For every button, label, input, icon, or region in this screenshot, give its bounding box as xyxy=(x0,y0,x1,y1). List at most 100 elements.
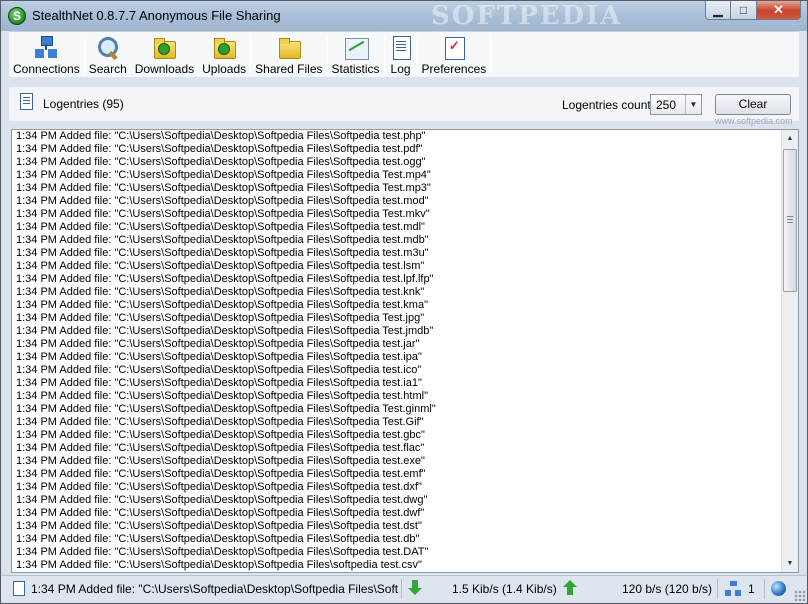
chevron-down-icon[interactable]: ▼ xyxy=(685,95,701,114)
globe-icon xyxy=(771,581,786,596)
statistics-button[interactable]: Statistics xyxy=(328,32,384,76)
log-entry[interactable]: 1:34 PM Added file: "C:\Users\Softpedia\… xyxy=(16,559,776,572)
maximize-icon: □ xyxy=(739,3,748,17)
connection-count: 1 xyxy=(748,582,755,596)
status-separator xyxy=(401,579,402,599)
chart-icon xyxy=(344,36,369,60)
log-entry[interactable]: 1:34 PM Added file: "C:\Users\Softpedia\… xyxy=(16,325,776,338)
uploads-label: Uploads xyxy=(202,62,247,76)
log-entry[interactable]: 1:34 PM Added file: "C:\Users\Softpedia\… xyxy=(16,494,776,507)
log-entry[interactable]: 1:34 PM Added file: "C:\Users\Softpedia\… xyxy=(16,234,776,247)
resize-grip-icon[interactable] xyxy=(794,590,805,601)
preferences-label: Preferences xyxy=(421,62,487,76)
uploads-button[interactable]: Uploads xyxy=(198,32,250,76)
log-entry[interactable]: 1:34 PM Added file: "C:\Users\Softpedia\… xyxy=(16,442,776,455)
connections-button[interactable]: Connections xyxy=(9,32,84,76)
log-header: Logentries (95) Logentries count: 250 ▼ … xyxy=(9,87,799,126)
log-entry[interactable]: 1:34 PM Added file: "C:\Users\Softpedia\… xyxy=(16,286,776,299)
log-entry[interactable]: 1:34 PM Added file: "C:\Users\Softpedia\… xyxy=(16,533,776,546)
log-entry[interactable]: 1:34 PM Added file: "C:\Users\Softpedia\… xyxy=(16,247,776,260)
downloads-button[interactable]: Downloads xyxy=(131,32,198,76)
log-entry[interactable]: 1:34 PM Added file: "C:\Users\Softpedia\… xyxy=(16,455,776,468)
log-entry[interactable]: 1:34 PM Added file: "C:\Users\Softpedia\… xyxy=(16,221,776,234)
main-toolbar: Connections Search Downloads Uploads Sha… xyxy=(9,31,799,77)
network-icon xyxy=(34,36,58,60)
sub-watermark: www.softpedia.com xyxy=(715,116,793,126)
status-last-log: 1:34 PM Added file: "C:\Users\Softpedia\… xyxy=(31,582,398,596)
log-document-icon xyxy=(20,93,33,110)
shared-files-label: Shared Files xyxy=(255,62,323,76)
preferences-button[interactable]: Preferences xyxy=(418,32,491,76)
log-entry[interactable]: 1:34 PM Added file: "C:\Users\Softpedia\… xyxy=(16,377,776,390)
scroll-up-icon[interactable]: ▲ xyxy=(782,130,798,147)
minimize-icon: ▁ xyxy=(713,3,723,17)
search-button[interactable]: Search xyxy=(85,32,131,76)
download-rate: 1.5 Kib/s (1.4 Kib/s) xyxy=(452,582,557,596)
downloads-folder-icon xyxy=(152,36,177,60)
log-entry[interactable]: 1:34 PM Added file: "C:\Users\Softpedia\… xyxy=(16,429,776,442)
log-entry[interactable]: 1:34 PM Added file: "C:\Users\Softpedia\… xyxy=(16,403,776,416)
log-entry[interactable]: 1:34 PM Added file: "C:\Users\Softpedia\… xyxy=(16,390,776,403)
log-entry[interactable]: 1:34 PM Added file: "C:\Users\Softpedia\… xyxy=(16,520,776,533)
log-list: 1:34 PM Added file: "C:\Users\Softpedia\… xyxy=(16,130,776,572)
upload-arrow-icon xyxy=(563,580,577,596)
log-listbox[interactable]: 1:34 PM Added file: "C:\Users\Softpedia\… xyxy=(11,129,799,573)
log-entry[interactable]: 1:34 PM Added file: "C:\Users\Softpedia\… xyxy=(16,156,776,169)
log-entry[interactable]: 1:34 PM Added file: "C:\Users\Softpedia\… xyxy=(16,273,776,286)
log-count-select[interactable]: 250 ▼ xyxy=(650,94,702,115)
statistics-label: Statistics xyxy=(331,62,380,76)
downloads-label: Downloads xyxy=(134,62,195,76)
log-count-label: Logentries count: xyxy=(562,98,655,112)
log-entry[interactable]: 1:34 PM Added file: "C:\Users\Softpedia\… xyxy=(16,169,776,182)
stealthnet-logo-icon[interactable]: S xyxy=(8,7,26,25)
title-bar[interactable]: S StealthNet 0.8.7.7 Anonymous File Shar… xyxy=(1,1,807,31)
upload-rate: 120 b/s (120 b/s) xyxy=(622,582,713,596)
vertical-scrollbar[interactable]: ▲ ▼ xyxy=(781,130,798,572)
log-entries-title: Logentries (95) xyxy=(43,97,124,111)
scroll-down-icon[interactable]: ▼ xyxy=(782,555,798,572)
status-bar: 1:34 PM Added file: "C:\Users\Softpedia\… xyxy=(1,575,807,603)
log-entry[interactable]: 1:34 PM Added file: "C:\Users\Softpedia\… xyxy=(16,260,776,273)
window-controls: ▁ □ ✕ xyxy=(705,1,801,21)
log-entry[interactable]: 1:34 PM Added file: "C:\Users\Softpedia\… xyxy=(16,507,776,520)
log-entry[interactable]: 1:34 PM Added file: "C:\Users\Softpedia\… xyxy=(16,546,776,559)
log-entry[interactable]: 1:34 PM Added file: "C:\Users\Softpedia\… xyxy=(16,195,776,208)
log-count-value: 250 xyxy=(656,98,677,112)
log-entry[interactable]: 1:34 PM Added file: "C:\Users\Softpedia\… xyxy=(16,364,776,377)
log-entry[interactable]: 1:34 PM Added file: "C:\Users\Softpedia\… xyxy=(16,338,776,351)
log-entry[interactable]: 1:34 PM Added file: "C:\Users\Softpedia\… xyxy=(16,143,776,156)
watermark: SOFTPEDIA xyxy=(431,1,623,31)
toolbar-separator xyxy=(490,35,492,75)
minimize-button[interactable]: ▁ xyxy=(705,1,731,20)
close-button[interactable]: ✕ xyxy=(757,1,801,20)
network-icon xyxy=(725,581,741,597)
status-separator xyxy=(717,579,718,599)
download-arrow-icon xyxy=(408,580,422,596)
shared-files-button[interactable]: Shared Files xyxy=(251,32,326,76)
log-entry[interactable]: 1:34 PM Added file: "C:\Users\Softpedia\… xyxy=(16,182,776,195)
clear-button[interactable]: Clear xyxy=(715,94,791,115)
magnifier-icon xyxy=(96,36,120,60)
uploads-folder-icon xyxy=(212,36,237,60)
maximize-button[interactable]: □ xyxy=(731,1,757,20)
checklist-icon xyxy=(442,36,466,60)
log-button[interactable]: Log xyxy=(385,32,417,76)
log-entry[interactable]: 1:34 PM Added file: "C:\Users\Softpedia\… xyxy=(16,208,776,221)
log-label: Log xyxy=(390,62,411,76)
log-entry[interactable]: 1:34 PM Added file: "C:\Users\Softpedia\… xyxy=(16,468,776,481)
status-separator xyxy=(764,579,765,599)
shared-folder-icon xyxy=(277,36,301,60)
connections-label: Connections xyxy=(13,62,80,76)
log-entry[interactable]: 1:34 PM Added file: "C:\Users\Softpedia\… xyxy=(16,481,776,494)
log-entry[interactable]: 1:34 PM Added file: "C:\Users\Softpedia\… xyxy=(16,416,776,429)
app-window: S StealthNet 0.8.7.7 Anonymous File Shar… xyxy=(0,0,808,604)
log-document-icon xyxy=(389,36,413,60)
log-entry[interactable]: 1:34 PM Added file: "C:\Users\Softpedia\… xyxy=(16,351,776,364)
scroll-thumb[interactable] xyxy=(783,149,797,292)
search-label: Search xyxy=(88,62,127,76)
window-title: StealthNet 0.8.7.7 Anonymous File Sharin… xyxy=(32,8,281,23)
log-entry[interactable]: 1:34 PM Added file: "C:\Users\Softpedia\… xyxy=(16,312,776,325)
log-entry[interactable]: 1:34 PM Added file: "C:\Users\Softpedia\… xyxy=(16,130,776,143)
status-log-icon xyxy=(13,581,25,596)
log-entry[interactable]: 1:34 PM Added file: "C:\Users\Softpedia\… xyxy=(16,299,776,312)
